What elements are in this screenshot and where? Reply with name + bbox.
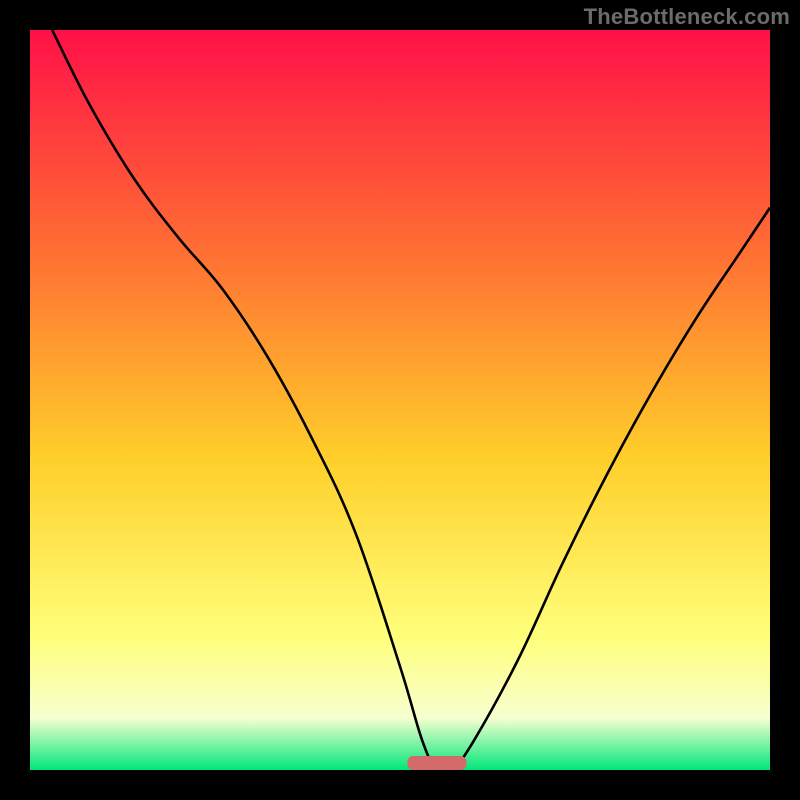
minimum-marker (407, 756, 466, 770)
chart-svg (30, 30, 770, 770)
chart-frame: TheBottleneck.com (0, 0, 800, 800)
gradient-background (30, 30, 770, 770)
watermark-text: TheBottleneck.com (584, 4, 790, 30)
plot-area (30, 30, 770, 770)
